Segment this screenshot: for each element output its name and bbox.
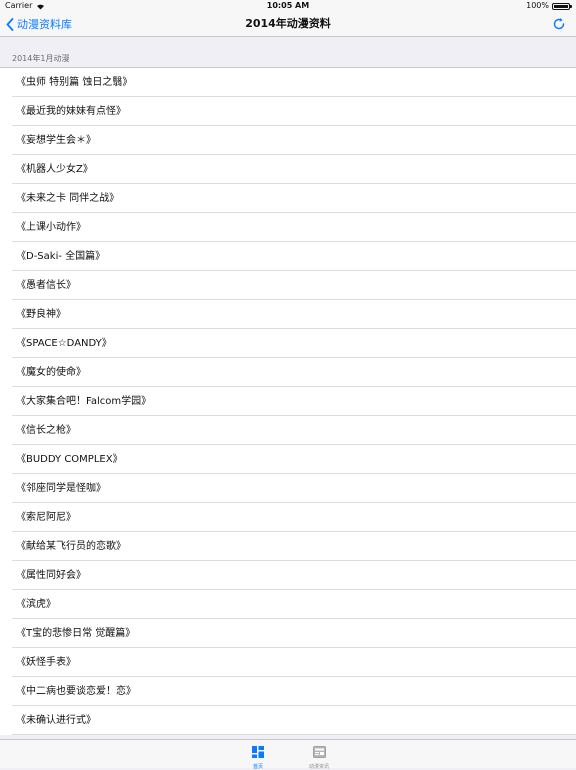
navigation-bar: 动漫资料库 2014年动漫资料 [0,12,576,37]
status-bar: Carrier 10:05 AM 100% [0,0,576,12]
list-item[interactable]: 《D-Saki- 全国篇》 [0,242,576,271]
list-item[interactable]: 《上课小动作》 [0,213,576,242]
home-grid-icon [252,746,264,758]
list-item[interactable]: 《信长之枪》 [0,416,576,445]
list-item[interactable]: 《未来之卡 同伴之战》 [0,184,576,213]
tab-home[interactable]: 首页 [238,743,278,770]
list-item[interactable]: 《献给某飞行员的恋歌》 [0,532,576,561]
list-item[interactable]: 《魔女的使命》 [0,358,576,387]
list-item[interactable]: 《T宝的悲惨日常 觉醒篇》 [0,619,576,648]
tab-home-label: 首页 [252,764,263,770]
list-item[interactable]: 《邻座同学是怪咖》 [0,474,576,503]
list-item[interactable]: 《妖怪手表》 [0,648,576,677]
tab-news-label: 动漫资讯 [308,764,329,770]
list-item[interactable]: 《属性同好会》 [0,561,576,590]
section-header: 2014年1月动漫 [12,54,70,63]
refresh-icon[interactable] [552,17,566,31]
battery-percent: 100% [526,1,549,10]
clock: 10:05 AM [266,1,310,10]
page-title: 2014年动漫资料 [245,17,331,30]
list-item[interactable]: 《未确认进行式》 [0,706,576,735]
list-item[interactable]: 《SPACE☆DANDY》 [0,329,576,358]
anime-list: 《虫师 特别篇 蚀日之翳》 《最近我的妹妹有点怪》 《妄想学生会＊》 《机器人少… [0,67,576,735]
battery-icon [552,2,572,10]
status-right: 100% [526,0,572,12]
list-item[interactable]: 《最近我的妹妹有点怪》 [0,97,576,126]
tab-news[interactable]: 动漫资讯 [299,743,339,770]
list-item[interactable]: 《机器人少女Z》 [0,155,576,184]
list-item[interactable]: 《妄想学生会＊》 [0,126,576,155]
list-item[interactable]: 《BUDDY COMPLEX》 [0,445,576,474]
tab-bar: 首页 动漫资讯 [0,739,576,770]
list-item[interactable]: 《滨虎》 [0,590,576,619]
list-item[interactable]: 《中二病也要谈恋爱！恋》 [0,677,576,706]
list-item[interactable]: 《虫师 特别篇 蚀日之翳》 [0,68,576,97]
list-item[interactable]: 《野良神》 [0,300,576,329]
list-item[interactable]: 《愚者信长》 [0,271,576,300]
news-icon [312,746,326,758]
list-item[interactable]: 《索尼阿尼》 [0,503,576,532]
list-item[interactable]: 《大家集合吧！Falcom学园》 [0,387,576,416]
